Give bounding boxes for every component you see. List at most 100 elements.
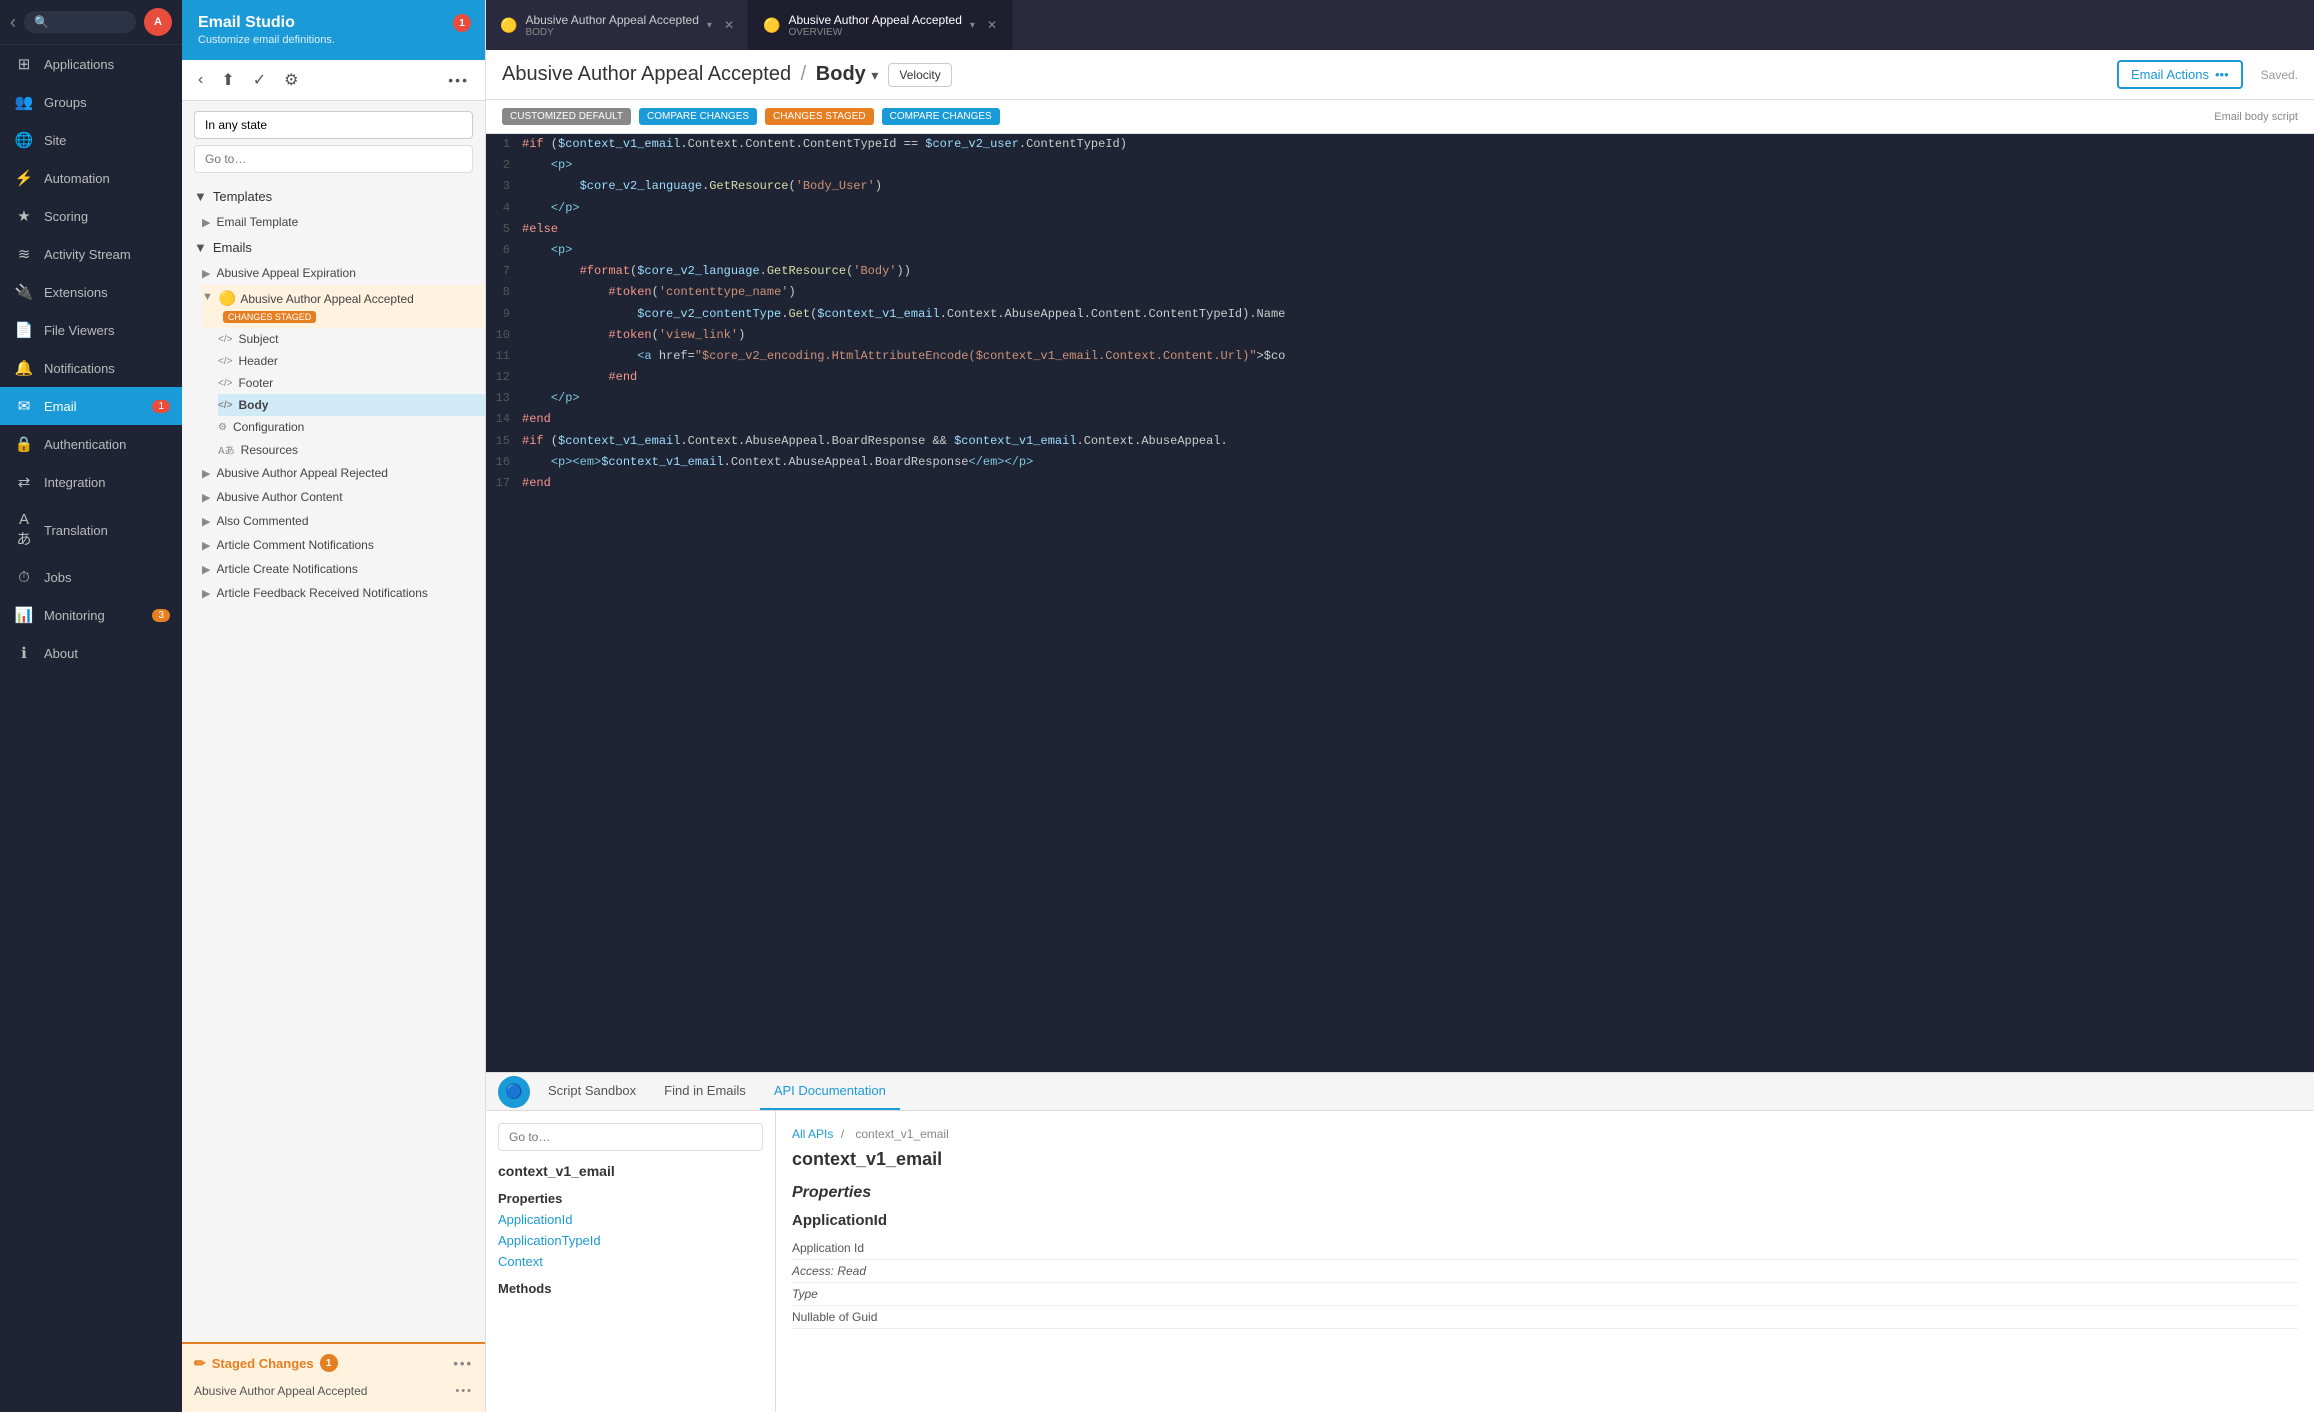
sidebar-item-notifications[interactable]: 🔔 Notifications bbox=[0, 349, 182, 387]
tree-item-appeal-rejected[interactable]: ▶ Abusive Author Appeal Rejected bbox=[202, 461, 485, 485]
tree-item-abusive-expiration[interactable]: ▶ Abusive Appeal Expiration bbox=[202, 261, 485, 285]
tab-overview-close[interactable]: ✕ bbox=[987, 18, 997, 32]
tree-item-email-template[interactable]: ▶ Email Template bbox=[202, 210, 485, 234]
configuration-icon: ⚙ bbox=[218, 422, 227, 433]
tab-api-documentation[interactable]: API Documentation bbox=[760, 1073, 900, 1110]
sidebar-top-bar: ‹ 🔍 A bbox=[0, 0, 182, 45]
staged-item-more-button[interactable]: ••• bbox=[455, 1385, 473, 1397]
sidebar: ‹ 🔍 A ⊞ Applications 👥 Groups 🌐 Site ⚡ A… bbox=[0, 0, 182, 1412]
tab-script-sandbox[interactable]: Script Sandbox bbox=[534, 1073, 650, 1110]
check-button[interactable]: ✓ bbox=[249, 68, 270, 92]
article-create-icon: ▶ bbox=[202, 563, 210, 576]
line-num-5: 5 bbox=[486, 220, 522, 239]
sidebar-item-file-viewers[interactable]: 📄 File Viewers bbox=[0, 311, 182, 349]
tree-item-abusive-author-appeal[interactable]: ▼ 🟡 Abusive Author Appeal Accepted CHANG… bbox=[202, 285, 485, 328]
line-content-3: $core_v2_language.GetResource('Body_User… bbox=[522, 177, 2314, 196]
api-prop-row-nullable: Nullable of Guid bbox=[792, 1306, 2298, 1329]
settings-button[interactable]: ⚙ bbox=[280, 68, 302, 92]
tab-body-icon: 🟡 bbox=[500, 17, 517, 34]
sidebar-item-extensions[interactable]: 🔌 Extensions bbox=[0, 273, 182, 311]
tab-body[interactable]: 🟡 Abusive Author Appeal Accepted BODY ▾ … bbox=[486, 0, 749, 50]
tab-body-close[interactable]: ✕ bbox=[724, 18, 734, 32]
sidebar-item-integration[interactable]: ⇄ Integration bbox=[0, 463, 182, 501]
line-num-7: 7 bbox=[486, 262, 522, 281]
sidebar-item-email[interactable]: ✉ Email 1 bbox=[0, 387, 182, 425]
api-goto-input[interactable] bbox=[498, 1123, 763, 1151]
compare-changes-badge1[interactable]: COMPARE CHANGES bbox=[639, 108, 757, 125]
email-body-script-text: Email body script bbox=[2214, 111, 2298, 123]
api-properties-sub: Properties bbox=[498, 1191, 763, 1206]
staged-changes-header: ✏ Staged Changes 1 ••• bbox=[194, 1354, 473, 1372]
compare-changes-badge2[interactable]: COMPARE CHANGES bbox=[882, 108, 1000, 125]
all-apis-link[interactable]: All APIs bbox=[792, 1127, 833, 1141]
email-actions-button[interactable]: Email Actions ••• bbox=[2117, 60, 2243, 89]
sidebar-item-label: Applications bbox=[44, 57, 114, 72]
customized-default-badge[interactable]: CUSTOMIZED DEFAULT bbox=[502, 108, 631, 125]
tree-item-article-comment[interactable]: ▶ Article Comment Notifications bbox=[202, 533, 485, 557]
velocity-button[interactable]: Velocity bbox=[888, 63, 951, 87]
sidebar-item-activity-stream[interactable]: ≋ Activity Stream bbox=[0, 235, 182, 273]
tree-item-author-content[interactable]: ▶ Abusive Author Content bbox=[202, 485, 485, 509]
email-badge: 1 bbox=[152, 400, 170, 413]
back-toolbar-button[interactable]: ‹ bbox=[194, 69, 207, 91]
sidebar-item-translation[interactable]: Aあ Translation bbox=[0, 501, 182, 559]
title-chevron: ▾ bbox=[871, 67, 878, 83]
emails-header[interactable]: ▼ Emails bbox=[182, 234, 485, 261]
code-editor[interactable]: 1 #if ($context_v1_email.Context.Content… bbox=[486, 134, 2314, 1072]
sub-item-subject[interactable]: </> Subject bbox=[218, 328, 485, 350]
sub-item-configuration[interactable]: ⚙ Configuration bbox=[218, 416, 485, 438]
staged-item-label: Abusive Author Appeal Accepted bbox=[194, 1384, 367, 1398]
sidebar-item-about[interactable]: ℹ About bbox=[0, 634, 182, 672]
line-content-8: #token('contenttype_name') bbox=[522, 283, 2314, 302]
resources-icon: Aあ bbox=[218, 442, 235, 457]
sub-item-body[interactable]: </> Body bbox=[218, 394, 485, 416]
staged-change-item: Abusive Author Appeal Accepted ••• bbox=[194, 1380, 473, 1402]
sidebar-item-authentication[interactable]: 🔒 Authentication bbox=[0, 425, 182, 463]
sidebar-item-groups[interactable]: 👥 Groups bbox=[0, 83, 182, 121]
avatar[interactable]: A bbox=[144, 8, 172, 36]
api-link-application-id[interactable]: ApplicationId bbox=[498, 1212, 763, 1227]
sub-item-header[interactable]: </> Header bbox=[218, 350, 485, 372]
sidebar-item-jobs[interactable]: ⏱ Jobs bbox=[0, 559, 182, 596]
tree-item-article-create[interactable]: ▶ Article Create Notifications bbox=[202, 557, 485, 581]
sidebar-item-scoring[interactable]: ★ Scoring bbox=[0, 197, 182, 235]
api-prop-row-app-id: Application Id bbox=[792, 1237, 2298, 1260]
more-toolbar-button[interactable]: ••• bbox=[444, 70, 473, 90]
jobs-icon: ⏱ bbox=[14, 569, 34, 586]
sidebar-item-label: Translation bbox=[44, 523, 108, 538]
templates-header[interactable]: ▼ Templates bbox=[182, 183, 485, 210]
tab-find-in-emails[interactable]: Find in Emails bbox=[650, 1073, 760, 1110]
script-sandbox-label: Script Sandbox bbox=[548, 1083, 636, 1098]
article-comment-label: Article Comment Notifications bbox=[216, 538, 373, 552]
sidebar-item-label: Groups bbox=[44, 95, 87, 110]
bottom-content: context_v1_email Properties ApplicationI… bbox=[486, 1111, 2314, 1412]
templates-section: ▼ Templates ▶ Email Template bbox=[182, 183, 485, 234]
api-link-application-type-id[interactable]: ApplicationTypeId bbox=[498, 1233, 763, 1248]
sidebar-item-monitoring[interactable]: 📊 Monitoring 3 bbox=[0, 596, 182, 634]
tree-item-article-feedback[interactable]: ▶ Article Feedback Received Notification… bbox=[202, 581, 485, 605]
changes-staged-badge2[interactable]: CHANGES STAGED bbox=[765, 108, 874, 125]
header-label: Header bbox=[238, 354, 277, 368]
code-line-12: 12 #end bbox=[486, 367, 2314, 388]
api-link-context[interactable]: Context bbox=[498, 1254, 763, 1269]
sub-item-resources[interactable]: Aあ Resources bbox=[218, 438, 485, 461]
sub-item-footer[interactable]: </> Footer bbox=[218, 372, 485, 394]
templates-children: ▶ Email Template bbox=[182, 210, 485, 234]
find-in-emails-label: Find in Emails bbox=[664, 1083, 746, 1098]
tab-overview-content: Abusive Author Appeal Accepted OVERVIEW bbox=[788, 13, 961, 38]
sidebar-item-applications[interactable]: ⊞ Applications bbox=[0, 45, 182, 83]
line-content-16: <p><em>$context_v1_email.Context.AbuseAp… bbox=[522, 453, 2314, 472]
search-bar[interactable]: 🔍 bbox=[24, 11, 136, 33]
tab-overview[interactable]: 🟡 Abusive Author Appeal Accepted OVERVIE… bbox=[749, 0, 1012, 50]
back-button[interactable]: ‹ bbox=[10, 12, 16, 33]
sidebar-item-automation[interactable]: ⚡ Automation bbox=[0, 159, 182, 197]
automation-icon: ⚡ bbox=[14, 169, 34, 187]
staged-more-button[interactable]: ••• bbox=[453, 1356, 473, 1371]
state-select[interactable]: In any state Published Draft bbox=[194, 111, 473, 139]
sidebar-item-site[interactable]: 🌐 Site bbox=[0, 121, 182, 159]
tree-item-also-commented[interactable]: ▶ Also Commented bbox=[202, 509, 485, 533]
tab-overview-subtitle: OVERVIEW bbox=[788, 27, 961, 38]
email-actions-label: Email Actions bbox=[2131, 67, 2209, 82]
upload-button[interactable]: ⬆ bbox=[217, 68, 238, 92]
goto-input[interactable] bbox=[194, 145, 473, 173]
